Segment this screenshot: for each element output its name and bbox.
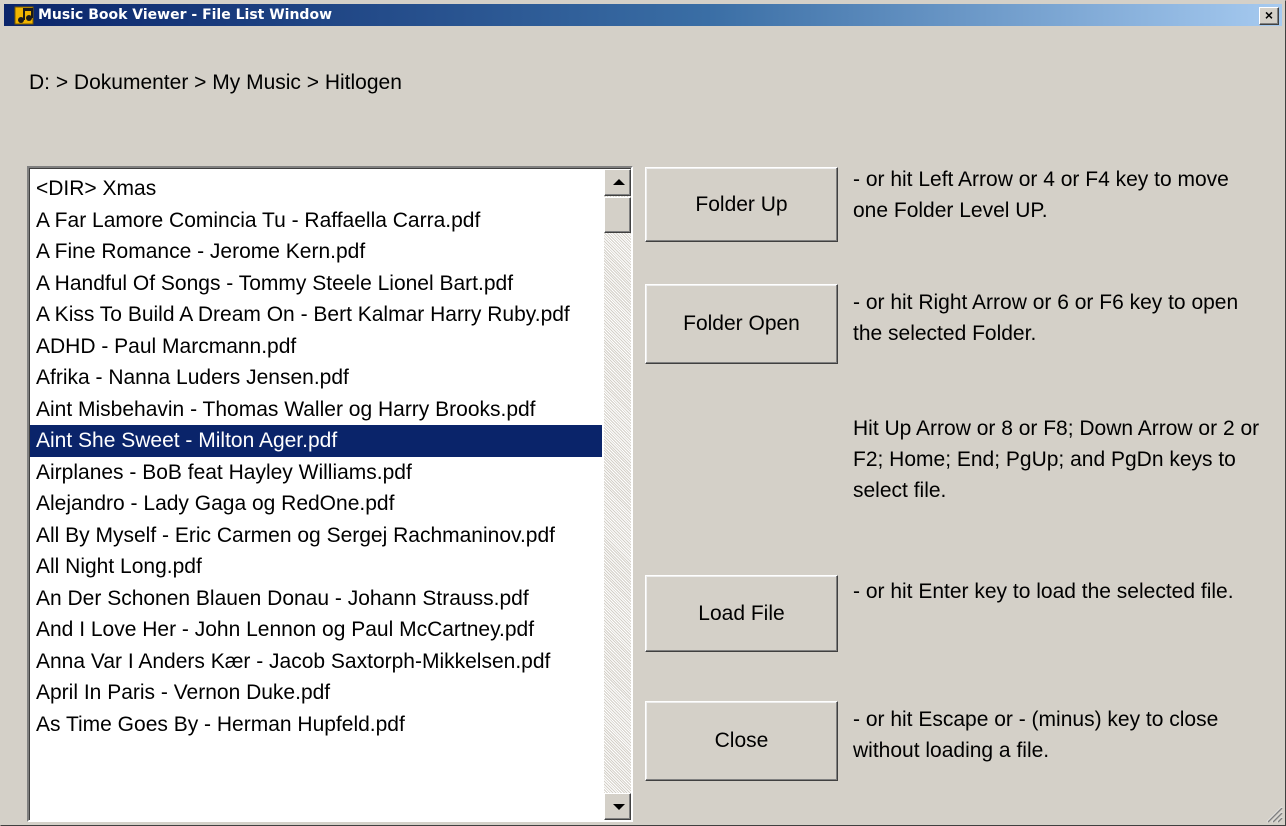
file-list-item[interactable]: <DIR> Xmas bbox=[30, 173, 602, 205]
file-list-item[interactable]: A Handful Of Songs - Tommy Steele Lionel… bbox=[30, 268, 602, 300]
close-hint: - or hit Escape or - (minus) key to clos… bbox=[853, 708, 1219, 762]
file-list-item[interactable]: Afrika - Nanna Luders Jensen.pdf bbox=[30, 362, 602, 394]
file-list-item[interactable]: A Far Lamore Comincia Tu - Raffaella Car… bbox=[30, 205, 602, 237]
file-list-item[interactable]: As Time Goes By - Herman Hupfeld.pdf bbox=[30, 709, 602, 741]
title-bar[interactable]: Music Book Viewer - File List Window × bbox=[4, 4, 1282, 26]
file-list-item[interactable]: Anna Var I Anders Kær - Jacob Saxtorph-M… bbox=[30, 646, 602, 678]
vertical-scrollbar[interactable] bbox=[604, 169, 631, 820]
file-list-item[interactable]: A Fine Romance - Jerome Kern.pdf bbox=[30, 236, 602, 268]
file-list-item[interactable]: All Night Long.pdf bbox=[30, 551, 602, 583]
load-file-hint: - or hit Enter key to load the selected … bbox=[853, 580, 1234, 603]
music-note-icon bbox=[14, 6, 34, 25]
close-button[interactable]: Close bbox=[645, 701, 838, 781]
folder-open-hint: - or hit Right Arrow or 6 or F6 key to o… bbox=[853, 291, 1239, 345]
file-list-item[interactable]: April In Paris - Vernon Duke.pdf bbox=[30, 677, 602, 709]
size-grip-icon[interactable] bbox=[1263, 803, 1283, 823]
scroll-down-button[interactable] bbox=[604, 793, 631, 820]
file-list-rows: <DIR> Xmas A Far Lamore Comincia Tu - Raf… bbox=[30, 173, 602, 740]
breadcrumb: D: > Dokumenter > My Music > Hitlogen bbox=[29, 71, 402, 94]
file-list-item[interactable]: Alejandro - Lady Gaga og RedOne.pdf bbox=[30, 488, 602, 520]
folder-up-hint: - or hit Left Arrow or 4 or F4 key to mo… bbox=[853, 168, 1229, 222]
load-file-button[interactable]: Load File bbox=[645, 575, 838, 652]
file-list-window: Music Book Viewer - File List Window × D… bbox=[0, 0, 1286, 826]
scroll-thumb[interactable] bbox=[604, 197, 631, 233]
file-list-item[interactable]: And I Love Her - John Lennon og Paul McC… bbox=[30, 614, 602, 646]
file-list-item[interactable]: Aint She Sweet - Milton Ager.pdf bbox=[30, 425, 602, 457]
window-title: Music Book Viewer - File List Window bbox=[38, 7, 332, 23]
file-list[interactable]: <DIR> Xmas A Far Lamore Comincia Tu - Raf… bbox=[27, 166, 633, 822]
scroll-down-arrow-icon bbox=[613, 804, 625, 810]
file-list-item[interactable]: All By Myself - Eric Carmen og Sergej Ra… bbox=[30, 520, 602, 552]
file-list-item[interactable]: A Kiss To Build A Dream On - Bert Kalmar… bbox=[30, 299, 602, 331]
file-list-item[interactable]: Aint Misbehavin - Thomas Waller og Harry… bbox=[30, 394, 602, 426]
file-list-item[interactable]: ADHD - Paul Marcmann.pdf bbox=[30, 331, 602, 363]
scroll-up-button[interactable] bbox=[604, 169, 631, 196]
select-keys-hint: Hit Up Arrow or 8 or F8; Down Arrow or 2… bbox=[853, 417, 1260, 502]
file-list-item[interactable]: An Der Schonen Blauen Donau - Johann Str… bbox=[30, 583, 602, 615]
folder-up-button[interactable]: Folder Up bbox=[645, 167, 838, 242]
folder-open-button[interactable]: Folder Open bbox=[645, 284, 838, 364]
close-icon[interactable]: × bbox=[1259, 7, 1279, 25]
scroll-up-arrow-icon bbox=[613, 179, 625, 185]
file-list-item[interactable]: Airplanes - BoB feat Hayley Williams.pdf bbox=[30, 457, 602, 489]
